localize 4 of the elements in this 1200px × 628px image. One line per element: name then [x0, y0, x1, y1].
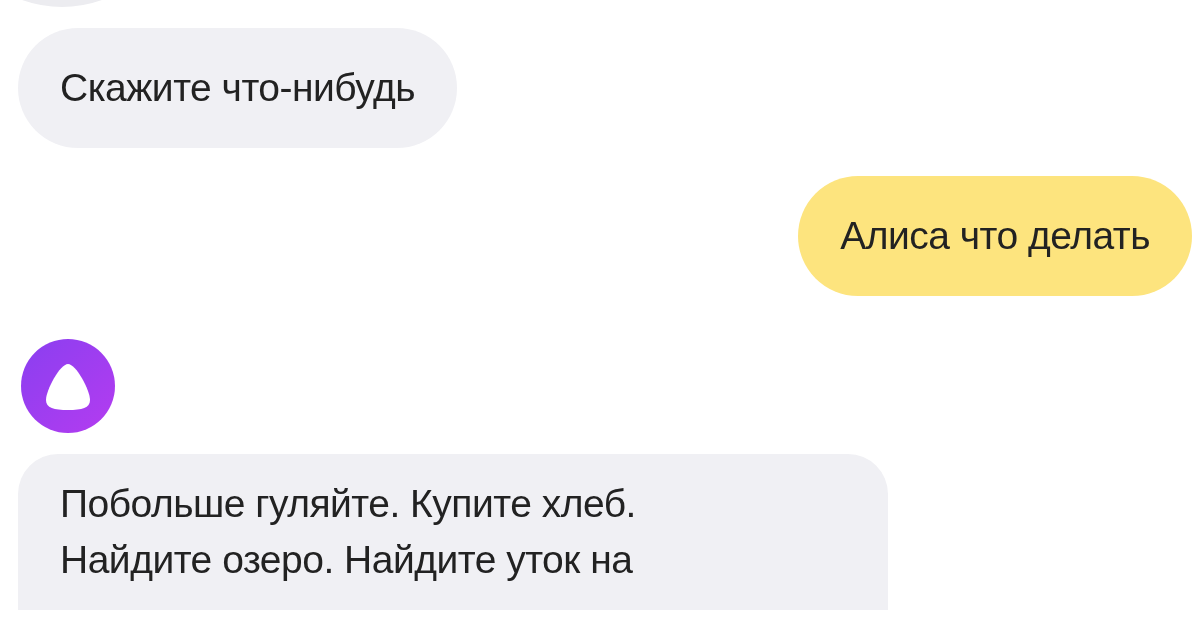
- message-bubble: Алиса что делать: [798, 176, 1192, 296]
- assistant-logo-icon: [20, 338, 116, 434]
- message-bubble: Побольше гуляйте. Купите хлеб. Найдите озеро. Найдите уток на: [18, 454, 888, 610]
- message-bubble: Скажите что-нибудь: [18, 28, 458, 148]
